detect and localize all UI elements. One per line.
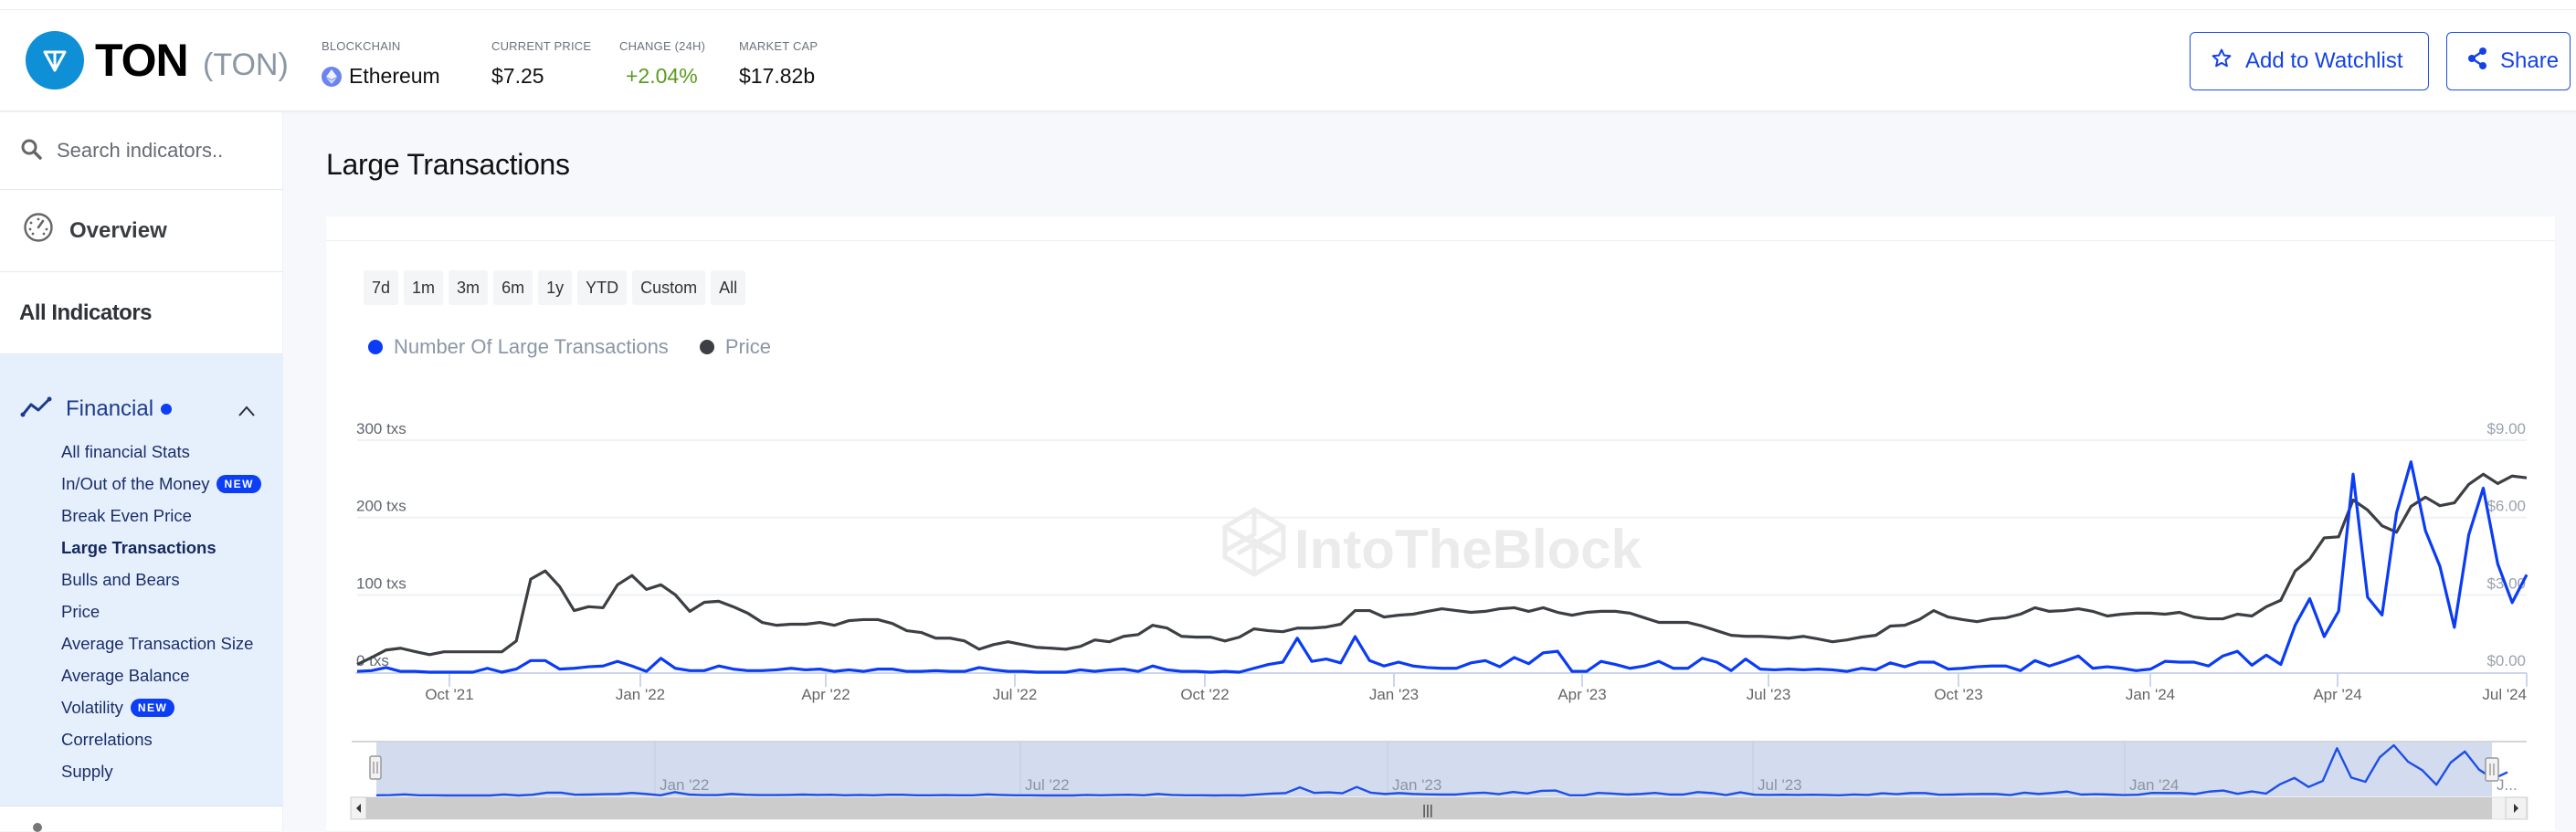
navigator-label: Jul '23 — [1758, 776, 1802, 794]
x-tick-label: Oct '23 — [1934, 686, 1982, 703]
y-right-tick-label: $0.00 — [2486, 652, 2526, 669]
navigator-label: Jan '24 — [2129, 776, 2179, 794]
x-tick-label: Apr '22 — [801, 686, 850, 703]
x-tick-label: Jul '22 — [993, 686, 1038, 703]
x-tick-label: Jan '23 — [1369, 686, 1419, 703]
x-tick-label: Oct '22 — [1180, 686, 1229, 703]
y-left-tick-label: 100 txs — [356, 574, 406, 592]
chart-svg: 0 txs100 txs200 txs300 txs$0.00$3.00$6.0… — [350, 420, 2528, 820]
navigator-label: Jul '22 — [1025, 776, 1070, 794]
x-tick-label: Apr '24 — [2313, 686, 2361, 703]
x-tick-label: Jul '23 — [1747, 686, 1791, 703]
x-tick-label: Jan '24 — [2126, 686, 2175, 703]
x-tick-label: Apr '23 — [1557, 686, 1606, 703]
x-tick-label: Jul '24 — [2482, 686, 2527, 703]
intotheblock-watermark — [1222, 507, 1286, 577]
x-tick-label: Jan '22 — [616, 686, 665, 703]
navigator-label: Jan '22 — [660, 776, 709, 794]
navigator-left-handle[interactable] — [369, 755, 382, 780]
watermark-logo-icon — [1222, 507, 1286, 577]
y-right-tick-label: $6.00 — [2486, 498, 2526, 515]
scrollbar-grip-icon: ||| — [1422, 803, 1433, 818]
watermark-text: IntoTheBlock — [1294, 519, 1642, 580]
navigator-label: J... — [2497, 776, 2518, 794]
y-left-tick-label: 300 txs — [356, 420, 406, 437]
navigator-label: Jan '23 — [1392, 776, 1441, 794]
y-left-tick-label: 200 txs — [356, 498, 406, 515]
navigator-right-handle[interactable] — [2485, 757, 2499, 782]
x-tick-label: Oct '21 — [425, 686, 473, 703]
y-right-tick-label: $9.00 — [2486, 420, 2526, 437]
